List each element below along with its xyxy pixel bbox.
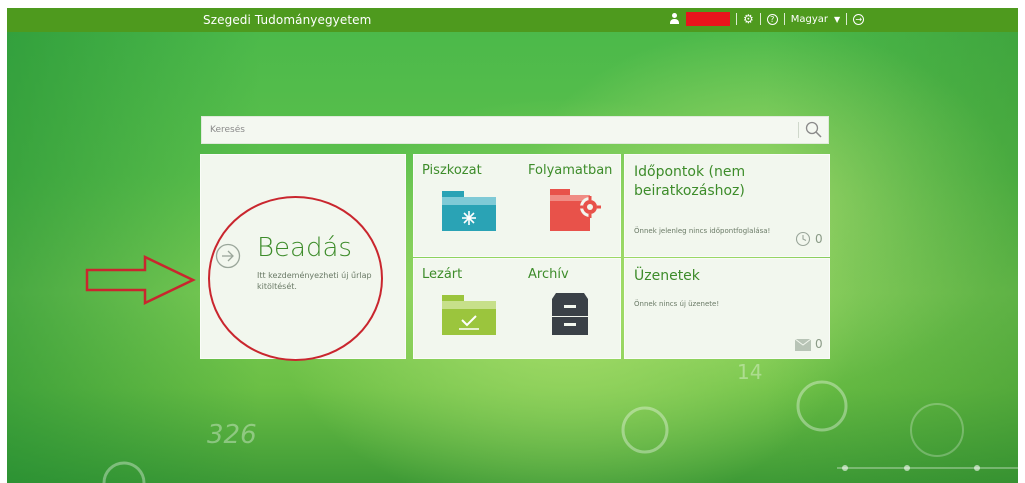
username-redacted[interactable] [686, 12, 730, 26]
piszkozat-label: Piszkozat [422, 163, 482, 178]
search-icon[interactable] [804, 120, 824, 140]
uzenetek-count: 0 [815, 337, 823, 351]
topbar-separator [783, 13, 785, 25]
tile-piszkozat[interactable]: Piszkozat [414, 155, 514, 255]
in-progress-folder-icon [550, 189, 601, 231]
language-selector[interactable]: Magyar [791, 14, 828, 25]
idopontok-count: 0 [815, 232, 823, 246]
idopontok-title: Időpontok (nem beiratkozáshoz) [634, 164, 746, 199]
tile-uzenetek[interactable]: Üzenetek Önnek nincs új üzenete! 0 [624, 258, 830, 359]
search-input[interactable] [202, 117, 792, 143]
archiv-label: Archív [528, 267, 569, 282]
lezart-label: Lezárt [422, 267, 463, 282]
annotation-circle [208, 196, 383, 361]
idopontok-description: Önnek jelenleg nincs időpontfoglalása! [634, 227, 771, 235]
search-bar [201, 116, 829, 144]
background-circle-left [102, 461, 146, 483]
gear-icon[interactable]: ⚙ [743, 13, 754, 25]
draft-folder-icon [442, 191, 496, 231]
top-navigation-bar: Szegedi Tudományegyetem ⚙ ? Magyar ▼ → [7, 8, 1018, 32]
envelope-icon [795, 339, 811, 351]
background-number-326: 326 [207, 420, 257, 450]
annotation-arrow [85, 255, 196, 305]
folyamatban-label: Folyamatban [528, 163, 613, 178]
closed-folder-icon [442, 295, 496, 335]
page-background: 326 14 Szegedi Tudományegyetem ⚙ ? Magya… [7, 8, 1018, 483]
help-icon[interactable]: ? [766, 13, 778, 25]
tile-piszkozat-folyamatban: Piszkozat Folyamatban [413, 154, 621, 257]
search-divider [798, 122, 799, 138]
background-decoration [621, 380, 1018, 471]
tile-lezart[interactable]: Lezárt [414, 259, 514, 359]
topbar-actions: ⚙ ? Magyar ▼ → [669, 12, 865, 26]
uzenetek-description: Önnek nincs új üzenete! [634, 300, 720, 308]
logout-icon[interactable]: → [853, 13, 865, 25]
clock-icon [795, 231, 811, 247]
tile-lezart-archiv: Lezárt Archív [413, 258, 621, 359]
topbar-separator [846, 13, 848, 25]
tile-idopontok[interactable]: Időpontok (nem beiratkozáshoz) Önnek jel… [624, 154, 830, 257]
brand-title[interactable]: Szegedi Tudományegyetem [203, 13, 371, 27]
topbar-separator [759, 13, 761, 25]
chevron-down-icon[interactable]: ▼ [834, 15, 840, 24]
user-icon[interactable] [669, 13, 680, 25]
tile-archiv[interactable]: Archív [520, 259, 620, 359]
uzenetek-title: Üzenetek [634, 268, 700, 284]
archive-cabinet-icon [552, 293, 588, 335]
tile-folyamatban[interactable]: Folyamatban [520, 155, 620, 255]
topbar-separator [736, 13, 737, 25]
